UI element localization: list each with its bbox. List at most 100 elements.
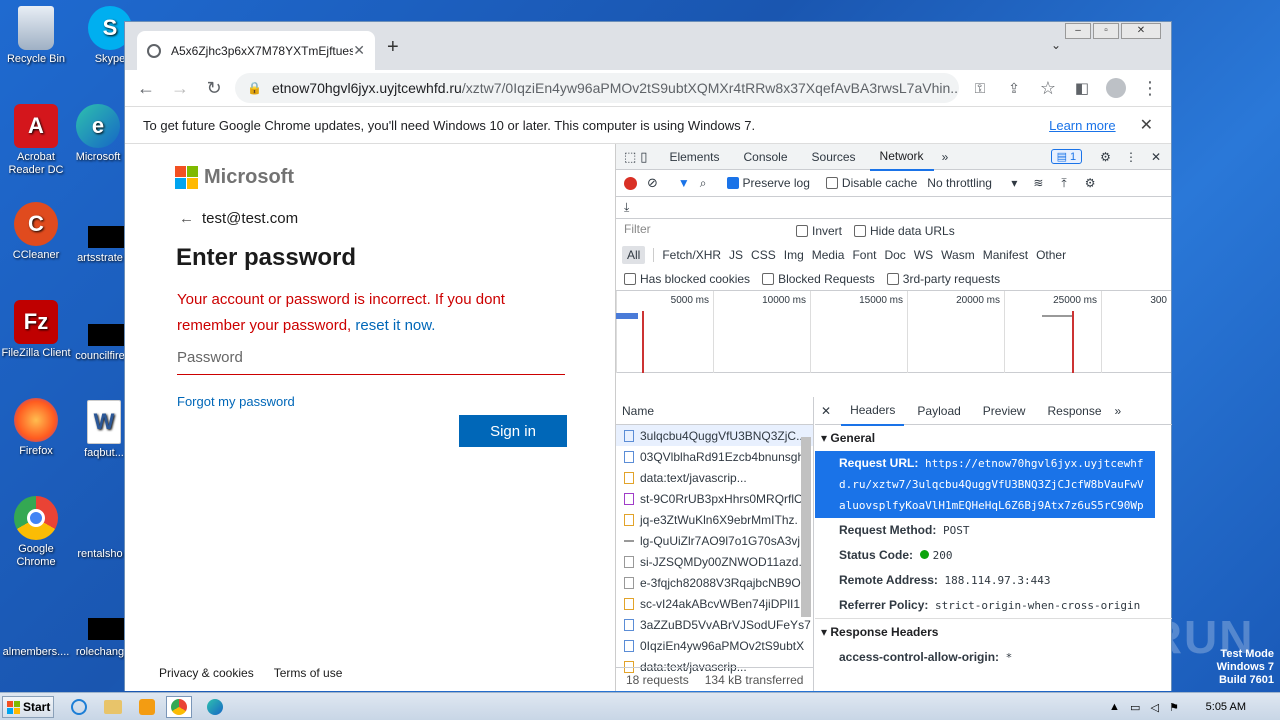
learn-more-link[interactable]: Learn more — [1049, 118, 1115, 133]
type-filter-manifest[interactable]: Manifest — [983, 248, 1028, 262]
tab-sources[interactable]: Sources — [802, 144, 866, 170]
table-row[interactable]: e-3fqjch82088V3RqajbcNB9O — [616, 572, 813, 593]
type-filter-css[interactable]: CSS — [751, 248, 776, 262]
maximize-button[interactable]: ▫ — [1093, 23, 1119, 39]
desktop-icon-ccleaner[interactable]: C CCleaner — [0, 202, 72, 262]
reload-icon[interactable]: ↻ — [201, 75, 227, 101]
hide-data-urls-checkbox[interactable]: Hide data URLs — [854, 224, 955, 238]
chrome-taskbar-icon[interactable] — [166, 696, 192, 718]
tab-preview[interactable]: Preview — [974, 397, 1035, 425]
start-button[interactable]: Start — [2, 696, 54, 718]
response-headers-section-header[interactable]: ▾ Response Headers — [815, 618, 1172, 645]
table-row[interactable]: lg-QuUiZlr7AO9l7o1G70sA3vj — [616, 530, 813, 551]
tray-network-icon[interactable]: ▭ — [1130, 701, 1140, 714]
close-window-button[interactable]: ✕ — [1121, 23, 1161, 39]
media-player-taskbar-icon[interactable] — [134, 696, 160, 718]
back-arrow-icon[interactable]: ← — [179, 210, 194, 227]
tray-volume-icon[interactable]: ◁ — [1150, 701, 1158, 714]
desktop-icon-recycle-bin[interactable]: Recycle Bin — [0, 6, 72, 66]
desktop-icon-filezilla[interactable]: Fz FileZilla Client — [0, 300, 72, 360]
close-devtools-icon[interactable]: ✕ — [1151, 150, 1161, 164]
request-list-scrollbar[interactable] — [801, 427, 811, 663]
tab-console[interactable]: Console — [733, 144, 797, 170]
browser-tab[interactable]: A5x6Zjhc3p6xX7M78YXTmEjftuesX ✕ — [137, 31, 375, 70]
table-row[interactable]: st-9C0RrUB3pxHhrs0MRQrflO — [616, 488, 813, 509]
filter-input[interactable]: Filter — [622, 222, 784, 240]
type-filter-js[interactable]: JS — [729, 248, 743, 262]
chevron-down-icon[interactable]: ⌄ — [1051, 38, 1061, 52]
tab-elements[interactable]: Elements — [659, 144, 729, 170]
settings-gear-icon[interactable]: ⚙ — [1100, 150, 1111, 164]
tab-payload[interactable]: Payload — [908, 397, 969, 425]
filter-icon[interactable]: ▼ — [678, 176, 690, 190]
export-icon[interactable]: ⤓ — [624, 200, 629, 215]
clear-icon[interactable]: ⊘ — [647, 175, 658, 191]
type-filter-font[interactable]: Font — [852, 248, 876, 262]
device-toggle-icon[interactable]: ▯ — [640, 149, 647, 165]
table-row[interactable]: sc-vI24akABcvWBen74jiDPlI1. — [616, 593, 813, 614]
more-tabs-icon[interactable]: » — [1115, 404, 1122, 418]
tab-network[interactable]: Network — [869, 143, 934, 171]
terms-link[interactable]: Terms of use — [274, 666, 343, 680]
key-icon[interactable]: ⚿ — [967, 75, 993, 101]
table-row[interactable]: 03QVlblhaRd91Ezcb4bnunsgh — [616, 446, 813, 467]
wifi-icon[interactable]: ≋ — [1033, 176, 1043, 190]
inspect-icon[interactable]: ⬚ — [624, 149, 636, 165]
desktop-icon-firefox[interactable]: Firefox — [0, 398, 72, 458]
password-input[interactable]: Password — [177, 349, 565, 375]
type-filter-all[interactable]: All — [622, 246, 646, 264]
sign-in-button[interactable]: Sign in — [459, 415, 567, 447]
table-row[interactable]: 0IqziEn4yw96aPMOv2tS9ubtX — [616, 635, 813, 656]
type-filter-other[interactable]: Other — [1036, 248, 1066, 262]
close-detail-icon[interactable]: ✕ — [821, 404, 831, 418]
name-column-header[interactable]: Name — [616, 397, 813, 425]
search-icon[interactable]: ⌕ — [700, 176, 707, 191]
privacy-link[interactable]: Privacy & cookies — [159, 666, 254, 680]
table-row[interactable]: si-JZSQMDy00ZNWOD11azd. — [616, 551, 813, 572]
share-icon[interactable]: ⇪ — [1001, 75, 1027, 101]
side-panel-icon[interactable]: ◧ — [1069, 75, 1095, 101]
type-filter-doc[interactable]: Doc — [884, 248, 905, 262]
close-infobar-icon[interactable]: ✕ — [1140, 115, 1153, 135]
minimize-button[interactable]: – — [1065, 23, 1091, 39]
general-section-header[interactable]: ▾ General — [815, 425, 1172, 451]
tab-headers[interactable]: Headers — [841, 396, 905, 426]
type-filter-media[interactable]: Media — [812, 248, 845, 262]
forward-icon[interactable]: → — [167, 75, 193, 101]
table-row[interactable]: data:text/javascrip... — [616, 467, 813, 488]
tab-response[interactable]: Response — [1038, 397, 1110, 425]
type-filter-wasm[interactable]: Wasm — [941, 248, 975, 262]
type-filter-fetch[interactable]: Fetch/XHR — [662, 248, 721, 262]
star-icon[interactable]: ☆ — [1035, 75, 1061, 101]
back-icon[interactable]: ← — [133, 75, 159, 101]
profile-icon[interactable] — [1103, 75, 1129, 101]
desktop-icon-chrome[interactable]: Google Chrome — [0, 496, 72, 569]
desktop-icon-almembers[interactable]: almembers.... — [0, 646, 72, 659]
menu-icon[interactable]: ⋮ — [1137, 75, 1163, 101]
clock[interactable]: 5:05 AM — [1206, 701, 1246, 713]
table-row[interactable]: 3aZZuBD5VvABrVJSodUFeYs7 — [616, 614, 813, 635]
has-blocked-cookies-checkbox[interactable]: Has blocked cookies — [624, 272, 750, 286]
forgot-password-link[interactable]: Forgot my password — [177, 394, 295, 409]
import-icon[interactable]: ⤒ — [1061, 176, 1066, 191]
ie-taskbar-icon[interactable] — [66, 696, 92, 718]
disable-cache-checkbox[interactable]: Disable cache — [825, 176, 917, 190]
tray-flag-icon[interactable]: ⚑ — [1169, 701, 1179, 714]
invert-checkbox[interactable]: Invert — [796, 224, 842, 238]
table-row[interactable]: 3ulqcbu4QuggVfU3BNQ3ZjC... — [616, 425, 813, 446]
blocked-requests-checkbox[interactable]: Blocked Requests — [762, 272, 875, 286]
type-filter-img[interactable]: Img — [784, 248, 804, 262]
throttling-select[interactable]: No throttling ▾ — [927, 176, 1017, 190]
devtools-menu-icon[interactable]: ⋮ — [1125, 150, 1137, 164]
network-settings-icon[interactable]: ⚙ — [1085, 176, 1096, 190]
edge-taskbar-icon[interactable] — [202, 696, 228, 718]
record-icon[interactable] — [624, 176, 637, 190]
tray-arrow-icon[interactable]: ▲ — [1109, 701, 1120, 713]
type-filter-ws[interactable]: WS — [914, 248, 933, 262]
issues-badge[interactable]: ▤ 1 — [1050, 149, 1083, 164]
table-row[interactable]: jq-e3ZtWuKln6X9ebrMmIThz. — [616, 509, 813, 530]
close-tab-icon[interactable]: ✕ — [353, 42, 365, 59]
preserve-log-checkbox[interactable]: Preserve log — [726, 176, 810, 190]
more-tabs-icon[interactable]: » — [942, 150, 949, 164]
reset-password-link[interactable]: reset it now. — [355, 317, 435, 334]
